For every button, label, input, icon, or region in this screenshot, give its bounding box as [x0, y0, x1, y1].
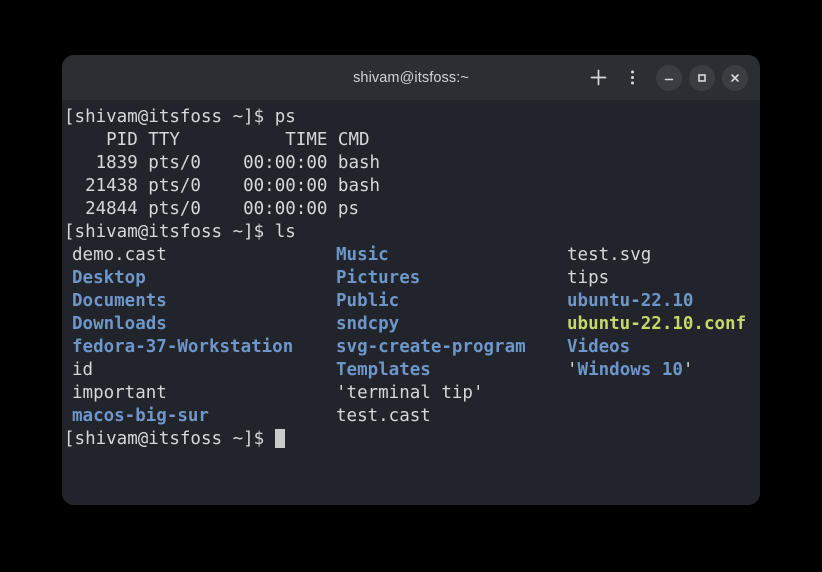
ls-entry: 'Windows 10' [567, 359, 693, 382]
ls-entry: Templates [336, 359, 431, 382]
ls-entry: Videos [567, 336, 630, 359]
ls-entry-name: fedora-37-Workstation [72, 337, 293, 357]
ls-entry: Pictures [336, 267, 420, 290]
ls-entry-name: Pictures [336, 268, 420, 288]
ls-entry-name: test.svg [567, 245, 651, 265]
ls-entry-name: Documents [72, 291, 167, 311]
ls-entry: 'terminal tip' [336, 382, 484, 405]
ls-entry: svg-create-program [336, 336, 526, 359]
window-title: shivam@itsfoss:~ [353, 70, 469, 86]
ls-entry-name: Desktop [72, 268, 146, 288]
ls-entry-row: Downloads sndcpy ubuntu-22.10.conf [62, 313, 760, 336]
ps-header-row: PID TTY TIME CMD [62, 129, 760, 152]
ps-process-row: 1839 pts/0 00:00:00 bash [62, 152, 760, 175]
ls-entry-name: Public [336, 291, 399, 311]
menu-icon[interactable] [615, 61, 649, 95]
terminal-window: shivam@itsfoss:~ [62, 55, 760, 505]
ls-entry-quote: ' [567, 360, 578, 380]
prompt-line-ps: [shivam@itsfoss ~]$ ps [62, 106, 760, 129]
ps-row-text: 1839 pts/0 00:00:00 bash [64, 153, 380, 173]
ls-entry-row: important 'terminal tip' [62, 382, 760, 405]
ls-entry-row: demo.cast Music test.svg [62, 244, 760, 267]
shell-prompt: [shivam@itsfoss ~]$ [64, 429, 275, 449]
prompt-line-current: [shivam@itsfoss ~]$ [62, 428, 760, 451]
ls-entry: important [72, 382, 167, 405]
command-text: ls [275, 222, 296, 242]
ls-entry-name: Templates [336, 360, 431, 380]
ls-entry-name: sndcpy [336, 314, 399, 334]
ls-entry: Desktop [72, 267, 146, 290]
ls-entry: Public [336, 290, 399, 313]
ls-entry: sndcpy [336, 313, 399, 336]
ls-entry: fedora-37-Workstation [72, 336, 293, 359]
ls-entry-name: Music [336, 245, 389, 265]
command-text: ps [275, 107, 296, 127]
ps-process-row: 21438 pts/0 00:00:00 bash [62, 175, 760, 198]
title-bar[interactable]: shivam@itsfoss:~ [62, 55, 760, 100]
close-button[interactable] [722, 65, 748, 91]
title-bar-actions [581, 55, 748, 100]
ls-entry: macos-big-sur [72, 405, 209, 428]
ps-row-text: 21438 pts/0 00:00:00 bash [64, 176, 380, 196]
ls-entry: Downloads [72, 313, 167, 336]
new-tab-icon[interactable] [581, 61, 615, 95]
ls-entry-quote: ' [683, 360, 694, 380]
ls-entry-name: svg-create-program [336, 337, 526, 357]
ls-entry-name: ubuntu-22.10.conf [567, 314, 746, 334]
ls-entry: test.svg [567, 244, 651, 267]
ls-entry-row: Desktop Pictures tips [62, 267, 760, 290]
ls-entry-row: Documents Public ubuntu-22.10 [62, 290, 760, 313]
ls-entry: Documents [72, 290, 167, 313]
ls-entry-row: macos-big-sur test.cast [62, 405, 760, 428]
terminal-content[interactable]: [shivam@itsfoss ~]$ ps PID TTY TIME CMD … [62, 100, 760, 505]
terminal-cursor [275, 429, 286, 448]
ls-entry-row: fedora-37-Workstation svg-create-program V… [62, 336, 760, 359]
maximize-button[interactable] [689, 65, 715, 91]
ls-entry-name: Videos [567, 337, 630, 357]
shell-prompt: [shivam@itsfoss ~]$ [64, 222, 275, 242]
ls-entry: tips [567, 267, 609, 290]
ls-entry-name: demo.cast [72, 245, 167, 265]
ls-entry-name: Windows 10 [578, 360, 683, 380]
ls-entry: id [72, 359, 93, 382]
ps-row-text: 24844 pts/0 00:00:00 ps [64, 199, 359, 219]
ls-entry-name: ubuntu-22.10 [567, 291, 693, 311]
ls-entry-name: test.cast [336, 406, 431, 426]
ls-entry-name: Downloads [72, 314, 167, 334]
ls-entry-name: important [72, 383, 167, 403]
ps-process-row: 24844 pts/0 00:00:00 ps [62, 198, 760, 221]
ps-header-text: PID TTY TIME CMD [64, 130, 370, 150]
shell-prompt: [shivam@itsfoss ~]$ [64, 107, 275, 127]
prompt-line-ls: [shivam@itsfoss ~]$ ls [62, 221, 760, 244]
ls-entry: Music [336, 244, 389, 267]
ls-entry: ubuntu-22.10.conf [567, 313, 746, 336]
minimize-button[interactable] [656, 65, 682, 91]
ls-entry: test.cast [336, 405, 431, 428]
terminal-lines: [shivam@itsfoss ~]$ ps PID TTY TIME CMD … [62, 106, 760, 451]
ls-entry: demo.cast [72, 244, 167, 267]
ls-entry-row: id Templates 'Windows 10' [62, 359, 760, 382]
ls-entry-name: id [72, 360, 93, 380]
ls-entry: ubuntu-22.10 [567, 290, 693, 313]
ls-entry-name: 'terminal tip' [336, 383, 484, 403]
ls-entry-name: tips [567, 268, 609, 288]
ls-entry-name: macos-big-sur [72, 406, 209, 426]
